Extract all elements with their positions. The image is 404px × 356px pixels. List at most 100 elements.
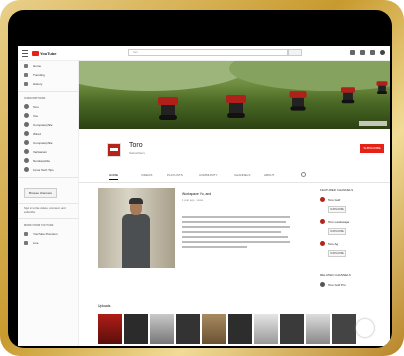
- subscribe-button[interactable]: SUBSCRIBE: [328, 228, 346, 235]
- sidebar-item-label: Live: [33, 240, 39, 245]
- text-line: [182, 241, 290, 243]
- subscribe-button[interactable]: SUBSCRIBE: [328, 250, 346, 257]
- related-channel[interactable]: Toro Golf Pro: [320, 282, 388, 304]
- video-thumbnail[interactable]: [124, 314, 148, 344]
- subscription-label: Veritasium: [33, 149, 48, 154]
- sidebar-item-label: YouTube Premium: [33, 231, 58, 236]
- sidebar-subscription[interactable]: Computerphile: [18, 120, 78, 129]
- mower-image: [376, 81, 388, 94]
- channel-name: Toro Golf: [328, 198, 341, 202]
- channel-avatar: [24, 167, 29, 172]
- subscription-label: Wired: [33, 131, 41, 136]
- search-button[interactable]: [288, 49, 302, 56]
- related-channels-heading: RELATED CHANNELS: [320, 273, 351, 277]
- text-line: [182, 236, 288, 238]
- sidebar-subscription[interactable]: Numberphile: [18, 156, 78, 165]
- subscribe-button[interactable]: SUBSCRIBE: [328, 206, 346, 213]
- next-arrow-icon[interactable]: [356, 319, 374, 337]
- channel-name: Toro Ag: [328, 242, 339, 246]
- featured-video-title[interactable]: Workspace Yo, and: [182, 192, 211, 196]
- youtube-logo[interactable]: YouTube: [32, 50, 57, 56]
- sidebar-item-label: Trending: [33, 72, 45, 77]
- sidebar: Home Trending History SUBSCRIPTIONS Toro…: [18, 61, 79, 346]
- subscription-label: Linus Tech Tips: [33, 167, 54, 172]
- sidebar-subscription[interactable]: Toro: [18, 102, 78, 111]
- presenter-image: [122, 198, 150, 268]
- search-icon[interactable]: [301, 172, 306, 177]
- banner-hill: [79, 61, 249, 91]
- sidebar-subscription[interactable]: Veritasium: [18, 147, 78, 156]
- subscribe-button[interactable]: SUBSCRIBE: [360, 144, 384, 153]
- channel-header: Toro Subscribers SUBSCRIBE: [79, 131, 390, 171]
- presenter-body: [122, 214, 150, 268]
- tab-about[interactable]: ABOUT: [264, 173, 274, 177]
- browse-channels-button[interactable]: Browse channels: [24, 188, 57, 198]
- channel-avatar: [24, 131, 29, 136]
- channel-avatar: [320, 197, 325, 202]
- tab-channels[interactable]: CHANNELS: [234, 173, 250, 177]
- featured-video-description: [182, 216, 290, 256]
- history-icon: [24, 81, 28, 86]
- channel-logo[interactable]: [107, 143, 121, 157]
- tab-home[interactable]: HOME: [109, 173, 118, 180]
- sidebar-subscription[interactable]: Vox: [18, 111, 78, 120]
- channel-avatar: [320, 219, 325, 224]
- channel-name: Toro Golf Pro: [328, 283, 346, 287]
- channel-avatar: [320, 282, 325, 287]
- video-thumbnail[interactable]: [228, 314, 252, 344]
- sidebar-item-trending[interactable]: Trending: [18, 70, 78, 79]
- avatar[interactable]: [380, 50, 385, 55]
- featured-channels-heading: FEATURED CHANNELS: [320, 188, 354, 192]
- text-line: [182, 231, 282, 233]
- banner-links[interactable]: [359, 121, 387, 126]
- featured-channel[interactable]: Toro Ag SUBSCRIBE: [320, 241, 388, 263]
- video-thumbnail[interactable]: [332, 314, 356, 344]
- sidebar-item-history[interactable]: History: [18, 79, 78, 88]
- video-thumbnail[interactable]: [150, 314, 174, 344]
- search-input[interactable]: toro: [128, 49, 288, 56]
- menu-icon[interactable]: [22, 49, 28, 57]
- more-heading: MORE FROM YOUTUBE: [24, 224, 54, 227]
- sidebar-item-home[interactable]: Home: [18, 61, 78, 70]
- divider: [18, 177, 78, 178]
- channel-avatar: [320, 241, 325, 246]
- featured-video-player[interactable]: [98, 188, 175, 268]
- uploads-title[interactable]: Uploads: [98, 304, 110, 308]
- video-thumbnail[interactable]: [176, 314, 200, 344]
- tab-playlists[interactable]: PLAYLISTS: [167, 173, 183, 177]
- text-line: [182, 221, 286, 223]
- divider: [18, 203, 78, 204]
- channel-avatar: [24, 113, 29, 118]
- video-thumbnail[interactable]: [306, 314, 330, 344]
- video-thumbnail[interactable]: [254, 314, 278, 344]
- sidebar-subscription[interactable]: Linus Tech Tips: [18, 165, 78, 174]
- device-frame: YouTube toro Home Trending History SUBSC…: [0, 0, 404, 356]
- tab-videos[interactable]: VIDEOS: [141, 173, 152, 177]
- tab-community[interactable]: COMMUNITY: [199, 173, 218, 177]
- channel-avatar: [24, 149, 29, 154]
- featured-channel[interactable]: Toro Golf SUBSCRIBE: [320, 197, 388, 219]
- channel-avatar: [24, 104, 29, 109]
- sidebar-item-premium[interactable]: YouTube Premium: [18, 229, 78, 238]
- video-thumbnail[interactable]: [280, 314, 304, 344]
- apps-icon[interactable]: [360, 50, 365, 55]
- logo-text: YouTube: [40, 50, 57, 56]
- mower-image: [158, 97, 178, 120]
- video-thumbnail[interactable]: [202, 314, 226, 344]
- channel-avatar: [24, 158, 29, 163]
- channel-tabs: HOME VIDEOS PLAYLISTS COMMUNITY CHANNELS…: [79, 170, 390, 183]
- sidebar-item-live[interactable]: Live: [18, 238, 78, 247]
- sidebar-subscription[interactable]: Computerphile: [18, 138, 78, 147]
- subscriber-count: Subscribers: [129, 151, 145, 155]
- video-thumbnail[interactable]: [98, 314, 122, 344]
- sidebar-subscription[interactable]: Wired: [18, 129, 78, 138]
- featured-channel[interactable]: Toro Landscape SUBSCRIBE: [320, 219, 388, 241]
- channel-avatar: [24, 122, 29, 127]
- subscription-label: Computerphile: [33, 140, 53, 145]
- upload-icon[interactable]: [350, 50, 355, 55]
- subscription-label: Computerphile: [33, 122, 53, 127]
- notifications-icon[interactable]: [370, 50, 375, 55]
- youtube-play-icon: [32, 50, 39, 56]
- subscription-label: Vox: [33, 113, 39, 118]
- sign-in-note: Sign in to like videos, comment, and sub…: [24, 207, 66, 214]
